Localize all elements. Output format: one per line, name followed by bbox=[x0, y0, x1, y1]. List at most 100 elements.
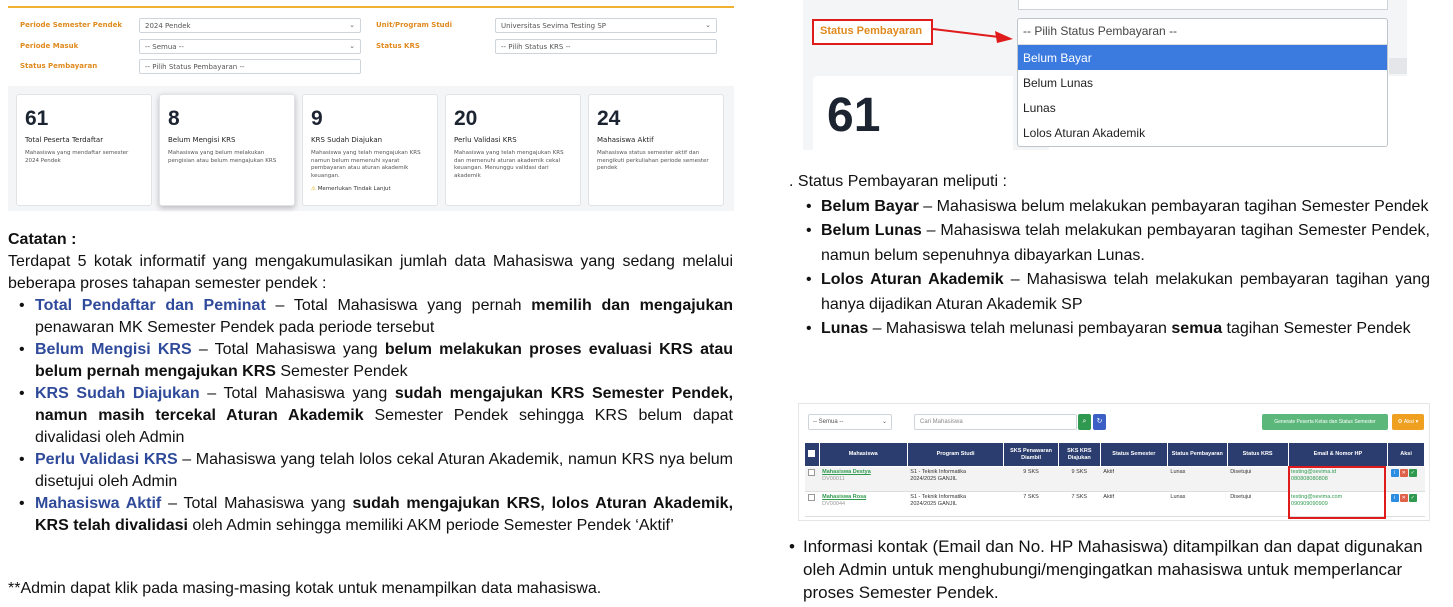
sks-ambil: 9 SKS bbox=[1003, 466, 1059, 492]
contact-note: • Informasi kontak (Email dan No. HP Maha… bbox=[789, 537, 1423, 602]
catatan-heading: Catatan : bbox=[8, 231, 77, 248]
column-header: Program Studi bbox=[906, 442, 1005, 467]
card-title: Perlu Validasi KRS bbox=[454, 136, 517, 144]
krs-select[interactable]: -- Pilih Status KRS -- bbox=[495, 39, 717, 54]
list-item: • Lolos Aturan Akademik – Mahasiswa telah… bbox=[806, 271, 1431, 313]
warning-note: ⚠ Memerlukan Tindak Lanjut bbox=[311, 186, 391, 192]
status-explanations: • Belum Bayar – Mahasiswa belum melakukan… bbox=[789, 195, 1430, 342]
search-button[interactable]: ⌕ bbox=[1078, 414, 1091, 430]
dropdown-screenshot: 61 Status Pembayaran -- Pilih Status Pem… bbox=[803, 0, 1407, 150]
column-header: Email & Nomor HP bbox=[1287, 442, 1389, 467]
sks-krs: 7 SKS bbox=[1058, 491, 1101, 517]
list-item: • Mahasiswa Aktif – Total Mahasiswa yang … bbox=[19, 495, 734, 534]
card-title: Belum Mengisi KRS bbox=[168, 136, 236, 144]
column-header: SKS KRS Diajukan bbox=[1057, 442, 1101, 467]
list-item: • Belum Mengisi KRS – Total Mahasiswa yan… bbox=[19, 341, 733, 380]
nim: DV00044 bbox=[822, 501, 846, 507]
column-header: Status KRS bbox=[1226, 442, 1289, 467]
krs-label: Status KRS bbox=[376, 42, 420, 50]
footnote: **Admin dapat klik pada masing-masing ko… bbox=[8, 580, 602, 597]
list-item: • Perlu Validasi KRS – Mahasiswa yang tel… bbox=[19, 451, 734, 490]
unit-label: Unit/Program Studi bbox=[376, 21, 453, 29]
status-pembayaran-dropdown[interactable]: -- Pilih Status Pembayaran -- Belum Baya… bbox=[1017, 18, 1388, 147]
filter-panel: Periode Semester Pendek 2024 Pendek ⌄ Uni… bbox=[8, 8, 734, 86]
info-icon[interactable]: i bbox=[1390, 494, 1399, 502]
list-item: • KRS Sudah Diajukan – Total Mahasiswa ya… bbox=[19, 385, 734, 446]
status-bayar: Lunas bbox=[1167, 466, 1228, 492]
periode-label: Periode Semester Pendek bbox=[20, 21, 122, 29]
column-header: Mahasiswa bbox=[818, 442, 908, 467]
bayar-select[interactable]: -- Pilih Status Pembayaran -- bbox=[139, 59, 361, 74]
column-header: Status Semester bbox=[1099, 442, 1168, 467]
checkbox[interactable] bbox=[808, 449, 816, 457]
chevron-down-icon: ⌄ bbox=[881, 419, 887, 425]
check-icon[interactable]: ✓ bbox=[1408, 469, 1417, 477]
card-krs-sudah-diajukan[interactable]: 9 KRS Sudah Diajukan Mahasiswa yang tela… bbox=[302, 94, 438, 206]
contact-highlight-box bbox=[1288, 466, 1386, 519]
table-screenshot: -- Semua -- ⌄ Cari Mahasiswa ⌕ ↻ Generate… bbox=[798, 403, 1430, 521]
select-all-header[interactable] bbox=[804, 442, 820, 467]
status-krs: Disetujui bbox=[1227, 466, 1289, 492]
card-explanations: • Total Pendaftar dan Peminat – Total Mah… bbox=[8, 295, 733, 537]
checkbox[interactable] bbox=[807, 469, 815, 476]
warning-icon: ⚠ bbox=[311, 186, 316, 192]
card-title: KRS Sudah Diajukan bbox=[311, 136, 383, 144]
arrow-right-icon bbox=[933, 28, 1013, 43]
mahasiswa-link[interactable]: Mahasiswa Rosa bbox=[822, 494, 904, 501]
card-description: Mahasiswa yang belum melakukan pengisian… bbox=[168, 150, 277, 164]
card-edge bbox=[1389, 58, 1407, 74]
masuk-select[interactable]: -- Semua -- ⌄ bbox=[139, 39, 361, 54]
dropdown-search-input[interactable]: -- Pilih Status Pembayaran -- bbox=[1018, 19, 1387, 45]
unit-select[interactable]: Universitas Sevima Testing SP ⌄ bbox=[495, 18, 717, 33]
card-title: Total Peserta Terdaftar bbox=[25, 136, 104, 144]
card-number: 61 bbox=[25, 107, 49, 130]
card-total-peserta[interactable]: 61 Total Peserta Terdaftar Mahasiswa yan… bbox=[16, 94, 152, 206]
option-lolos-aturan-akademik[interactable]: Lolos Aturan Akademik bbox=[1018, 120, 1387, 145]
right-notes: . Status Pembayaran meliputi : • Belum Ba… bbox=[789, 170, 1430, 342]
search-icon: ⌕ bbox=[1082, 418, 1087, 425]
nim: DV00011 bbox=[822, 476, 845, 482]
card-number: 61 bbox=[827, 89, 881, 142]
column-header: Status Pembayaran bbox=[1166, 442, 1228, 467]
status-krs: Disetujui bbox=[1227, 491, 1289, 517]
intro-paragraph: Terdapat 5 kotak informatif yang mengaku… bbox=[8, 253, 733, 292]
checkbox[interactable] bbox=[807, 494, 815, 501]
stat-cards: 61 Total Peserta Terdaftar Mahasiswa yan… bbox=[16, 94, 726, 208]
mahasiswa-link[interactable]: Mahasiswa Destya bbox=[822, 469, 904, 476]
card-perlu-validasi-krs[interactable]: 20 Perlu Validasi KRS Mahasiswa yang tel… bbox=[445, 94, 581, 206]
option-lunas[interactable]: Lunas bbox=[1018, 95, 1387, 120]
previous-field bbox=[1018, 0, 1388, 10]
bayar-label: Status Pembayaran bbox=[20, 62, 98, 70]
option-belum-bayar[interactable]: Belum Bayar bbox=[1018, 45, 1387, 70]
refresh-button[interactable]: ↻ bbox=[1093, 414, 1106, 430]
card-description: Mahasiswa yang telah mengajukan KRS namu… bbox=[311, 150, 421, 179]
card-title: Mahasiswa Aktif bbox=[597, 136, 654, 144]
filter-select[interactable]: -- Semua -- ⌄ bbox=[808, 414, 892, 430]
close-icon[interactable]: ✕ bbox=[1399, 469, 1408, 477]
card-description: Mahasiswa yang mendaftar semester 2024 P… bbox=[25, 150, 129, 164]
card-belum-mengisi-krs[interactable]: 8 Belum Mengisi KRS Mahasiswa yang belum… bbox=[159, 94, 295, 206]
card-number: 9 bbox=[311, 107, 323, 130]
sks-krs: 9 SKS bbox=[1058, 466, 1101, 492]
close-icon[interactable]: ✕ bbox=[1399, 494, 1408, 502]
left-notes: Catatan : Terdapat 5 kotak informatif ya… bbox=[8, 229, 733, 537]
list-item: • Belum Bayar – Mahasiswa belum melakukan… bbox=[806, 197, 1429, 215]
status-semester: Aktif bbox=[1100, 491, 1168, 517]
prodi: S1 - Teknik Informatika bbox=[910, 494, 967, 500]
status-semester: Aktif bbox=[1100, 466, 1168, 492]
periode: 2024/2025 GANJIL bbox=[910, 476, 958, 482]
info-icon[interactable]: i bbox=[1390, 469, 1399, 477]
aksi-button[interactable]: ⚙ Aksi ▾ bbox=[1392, 414, 1424, 430]
periode-select[interactable]: 2024 Pendek ⌄ bbox=[139, 18, 361, 33]
column-header: Aksi bbox=[1387, 442, 1425, 467]
periode: 2024/2025 GANJIL bbox=[910, 501, 958, 507]
card-description: Mahasiswa status semester aktif dan meng… bbox=[597, 150, 709, 171]
status-bayar: Lunas bbox=[1167, 491, 1228, 517]
option-belum-lunas[interactable]: Belum Lunas bbox=[1018, 70, 1387, 95]
card-mahasiswa-aktif[interactable]: 24 Mahasiswa Aktif Mahasiswa status seme… bbox=[588, 94, 724, 206]
stats-screenshot: Periode Semester Pendek 2024 Pendek ⌄ Uni… bbox=[8, 6, 734, 211]
prodi: S1 - Teknik Informatika bbox=[910, 469, 967, 475]
search-input[interactable]: Cari Mahasiswa bbox=[914, 414, 1077, 430]
generate-button[interactable]: Generate Peserta Kelas dan Status Semest… bbox=[1262, 414, 1388, 430]
check-icon[interactable]: ✓ bbox=[1408, 494, 1417, 502]
